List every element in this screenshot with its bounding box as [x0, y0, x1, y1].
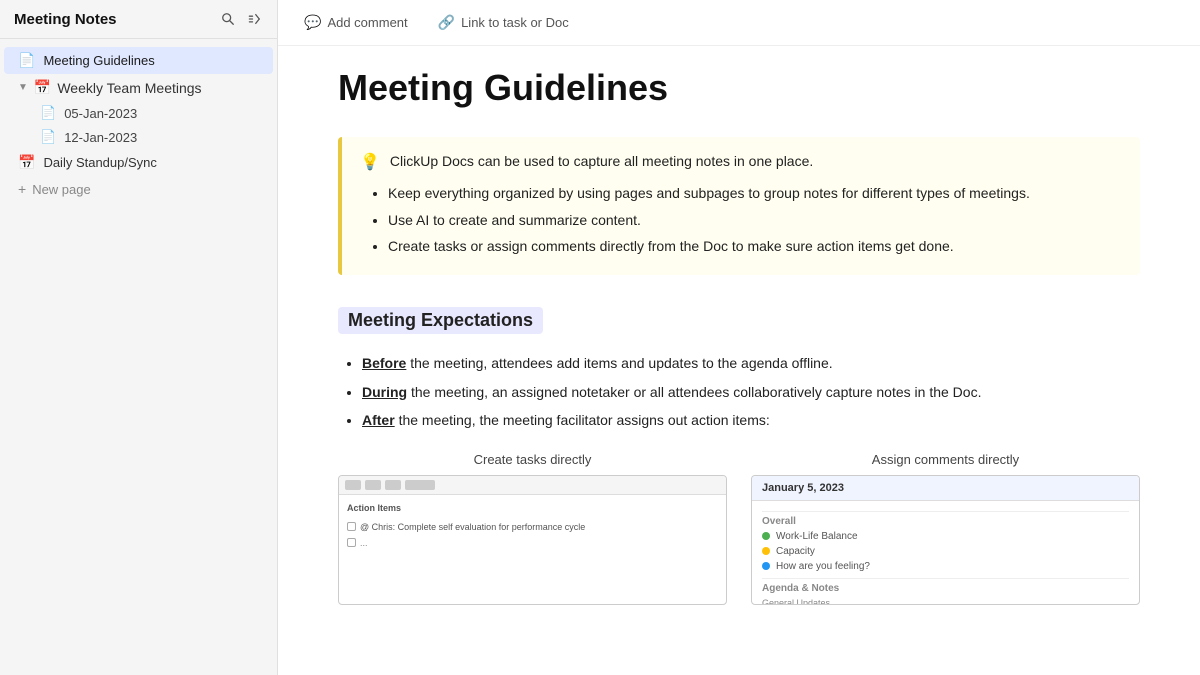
callout-header: 💡 ClickUp Docs can be used to capture al…	[360, 151, 1122, 172]
link-label: Link to task or Doc	[461, 15, 569, 30]
search-icon	[221, 12, 235, 26]
add-page-label: New page	[32, 182, 91, 197]
chevron-down-icon: ▼	[18, 82, 28, 93]
list-item: Keep everything organized by using pages…	[388, 182, 1122, 204]
image-caption-comments: Assign comments directly	[872, 452, 1019, 467]
sidebar-item-daily-standup[interactable]: 📅 Daily Standup/Sync	[4, 149, 273, 176]
row-label: Work-Life Balance	[776, 531, 858, 542]
sidebar-title: Meeting Notes	[14, 11, 117, 28]
section-heading-wrapper: Meeting Expectations	[338, 307, 543, 334]
sidebar-header: Meeting Notes	[0, 0, 277, 39]
image-placeholder-tasks: Action Items @ Chris: Complete self eval…	[338, 475, 727, 605]
mock-checkbox	[347, 522, 356, 531]
img-row: General Updates	[762, 596, 1129, 605]
expectations-list: Before the meeting, attendees add items …	[338, 352, 1140, 431]
mock-btn	[385, 480, 401, 490]
mock-content: Action Items @ Chris: Complete self eval…	[339, 495, 726, 559]
mock-action-item: ...	[347, 535, 718, 551]
image-caption-tasks: Create tasks directly	[474, 452, 592, 467]
sidebar-item-05-jan-2023[interactable]: 📄 05-Jan-2023	[4, 101, 273, 125]
callout-list: Keep everything organized by using pages…	[360, 182, 1122, 257]
list-item: Create tasks or assign comments directly…	[388, 235, 1122, 257]
add-comment-label: Add comment	[327, 15, 407, 30]
plus-icon: +	[18, 181, 26, 197]
dot-green	[762, 532, 770, 540]
dot-blue	[762, 562, 770, 570]
before-label: Before	[362, 355, 406, 371]
img-section-label: Overall	[762, 511, 1129, 529]
sidebar-nav: 📄 Meeting Guidelines ▼ 📅 Weekly Team Mee…	[0, 39, 277, 210]
collapse-sidebar-button[interactable]	[245, 10, 263, 28]
dot-yellow	[762, 547, 770, 555]
after-text: the meeting, the meeting facilitator ass…	[399, 412, 770, 428]
callout-box: 💡 ClickUp Docs can be used to capture al…	[338, 137, 1140, 275]
image-placeholder-comments: January 5, 2023 Overall Work-Life Balanc…	[751, 475, 1140, 605]
comment-icon: 💬	[304, 14, 321, 31]
image-card-tasks: Create tasks directly Action Items @ Chr…	[338, 452, 727, 605]
collapse-icon	[247, 12, 261, 26]
after-label: After	[362, 412, 395, 428]
image-card-comments: Assign comments directly January 5, 2023…	[751, 452, 1140, 605]
sidebar-actions	[219, 10, 263, 28]
calendar-icon: 📅	[34, 79, 51, 96]
lightbulb-icon: 💡	[360, 152, 380, 172]
list-item: During the meeting, an assigned notetake…	[362, 381, 1140, 403]
during-text: the meeting, an assigned notetaker or al…	[411, 384, 981, 400]
img-body: Overall Work-Life Balance Capacity How a…	[752, 501, 1139, 605]
action-item-text: @ Chris: Complete self evaluation for pe…	[360, 522, 585, 532]
sidebar-group-label: Weekly Team Meetings	[57, 80, 201, 96]
action-item-text: ...	[360, 538, 368, 548]
sidebar-item-label: 05-Jan-2023	[64, 106, 137, 121]
sidebar-item-label: 12-Jan-2023	[64, 130, 137, 145]
img-row: How are you feeling?	[762, 559, 1129, 574]
mock-btn	[365, 480, 381, 490]
sidebar-item-12-jan-2023[interactable]: 📄 12-Jan-2023	[4, 125, 273, 149]
sidebar-group-weekly-team-meetings[interactable]: ▼ 📅 Weekly Team Meetings	[4, 74, 273, 101]
img-row: Work-Life Balance	[762, 529, 1129, 544]
callout-text: ClickUp Docs can be used to capture all …	[390, 151, 813, 172]
row-label: Capacity	[776, 546, 815, 557]
page-icon: 📄	[18, 52, 35, 69]
page-icon: 📄	[40, 129, 56, 145]
main-content-area: 💬 Add comment 🔗 Link to task or Doc Meet…	[278, 0, 1200, 675]
action-items-label: Action Items	[347, 503, 718, 513]
during-label: During	[362, 384, 407, 400]
page-icon: 📄	[40, 105, 56, 121]
add-comment-button[interactable]: 💬 Add comment	[298, 10, 414, 35]
list-item: After the meeting, the meeting facilitat…	[362, 409, 1140, 431]
image-section: Create tasks directly Action Items @ Chr…	[338, 452, 1140, 605]
list-item: Use AI to create and summarize content.	[388, 209, 1122, 231]
doc-toolbar: 💬 Add comment 🔗 Link to task or Doc	[278, 0, 1200, 46]
mock-action-item: @ Chris: Complete self evaluation for pe…	[347, 519, 718, 535]
calendar-icon: 📅	[18, 154, 35, 171]
img-row: Capacity	[762, 544, 1129, 559]
img-header: January 5, 2023	[752, 476, 1139, 501]
sidebar: Meeting Notes 📄 Meet	[0, 0, 278, 675]
mock-btn	[345, 480, 361, 490]
link-icon: 🔗	[438, 14, 455, 31]
section-heading: Meeting Expectations	[348, 310, 533, 331]
row-text: General Updates	[762, 598, 830, 605]
row-label: How are you feeling?	[776, 561, 870, 572]
sidebar-item-meeting-guidelines[interactable]: 📄 Meeting Guidelines	[4, 47, 273, 74]
page-title: Meeting Guidelines	[338, 66, 1140, 109]
list-item: Before the meeting, attendees add items …	[362, 352, 1140, 374]
sidebar-item-label: Daily Standup/Sync	[43, 155, 156, 170]
mock-btn	[405, 480, 435, 490]
before-text: the meeting, attendees add items and upd…	[410, 355, 832, 371]
mock-checkbox	[347, 538, 356, 547]
mock-toolbar	[339, 476, 726, 495]
sidebar-item-label: Meeting Guidelines	[43, 53, 154, 68]
img-section-label-agenda: Agenda & Notes	[762, 578, 1129, 596]
search-button[interactable]	[219, 10, 237, 28]
doc-content: Meeting Guidelines 💡 ClickUp Docs can be…	[278, 46, 1200, 675]
add-new-page-button[interactable]: + New page	[4, 176, 273, 202]
link-to-task-button[interactable]: 🔗 Link to task or Doc	[432, 10, 575, 35]
